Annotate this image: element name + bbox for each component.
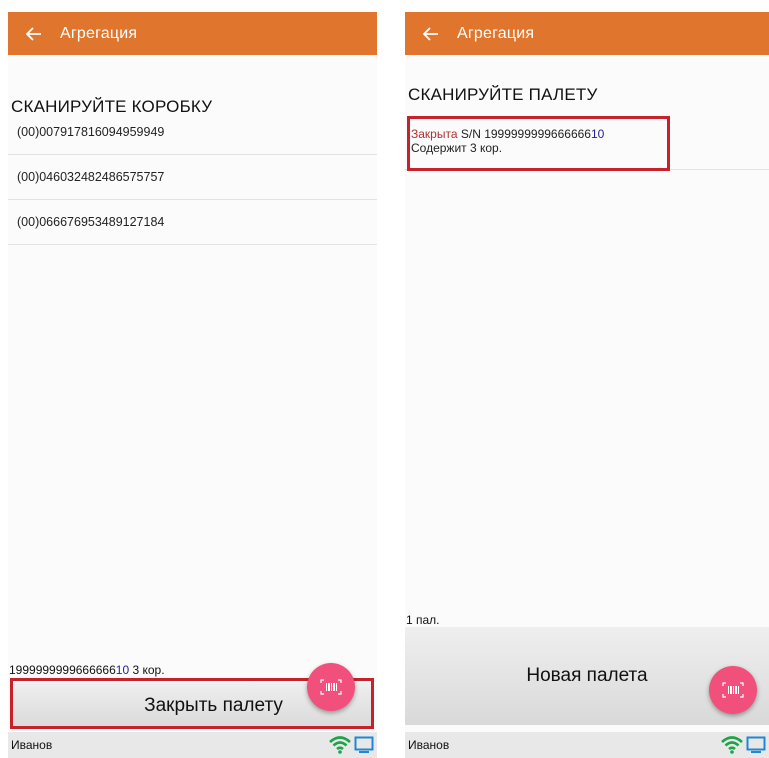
pallet-status: 199999999966666610 3 кор.: [9, 663, 165, 677]
pallet-serial-line: Закрыта S/N 199999999966666610: [411, 127, 769, 141]
app-title: Агрегация: [60, 24, 138, 42]
content-area: СКАНИРУЙТЕ КОРОБКУ (00)00791781609495994…: [8, 55, 377, 758]
pallet-serial-tail: 10: [590, 127, 605, 141]
status-bar: Иванов: [8, 732, 377, 758]
wifi-icon: [721, 736, 743, 754]
screen-scan-pallet: Агрегация СКАНИРУЙТЕ ПАЛЕТУ Закрыта S/N …: [405, 12, 769, 758]
list-item[interactable]: (00)046032482486575757: [8, 155, 377, 200]
pallet-closed-status: Закрыта: [411, 127, 458, 141]
user-name: Иванов: [408, 738, 450, 752]
monitor-icon: [354, 736, 374, 753]
user-name: Иванов: [11, 738, 53, 752]
box-code: (00)007917816094959949: [17, 125, 165, 139]
status-bar: Иванов: [405, 732, 769, 758]
app-bar: Агрегация: [8, 12, 377, 55]
screen-scan-box: Агрегация СКАНИРУЙТЕ КОРОБКУ (00)0079178…: [8, 12, 377, 758]
box-list: (00)007917816094959949 (00)0460324824865…: [8, 110, 377, 245]
arrow-back-icon[interactable]: [421, 24, 441, 44]
scan-prompt: СКАНИРУЙТЕ ПАЛЕТУ: [408, 85, 598, 104]
pallet-contents: Содержит 3 кор.: [411, 141, 503, 155]
box-count: 3 кор.: [129, 663, 165, 677]
pallet-serial: 1999999999666666: [9, 663, 116, 677]
barcode-scan-icon[interactable]: [307, 663, 355, 711]
list-item[interactable]: (00)066676953489127184: [8, 200, 377, 245]
box-code: (00)046032482486575757: [17, 170, 165, 184]
monitor-icon: [746, 736, 766, 753]
app-title: Агрегация: [457, 24, 535, 42]
wifi-icon: [329, 736, 351, 754]
arrow-back-icon[interactable]: [24, 24, 44, 44]
list-item[interactable]: (00)007917816094959949: [8, 110, 377, 155]
pallet-serial-tail: 10: [115, 663, 130, 677]
status-icons: [329, 736, 374, 754]
app-bar: Агрегация: [405, 12, 769, 55]
pallet-serial: S/N 1999999999666666: [457, 127, 591, 141]
pallet-item[interactable]: Закрыта S/N 199999999966666610 Содержит …: [405, 117, 769, 170]
box-code: (00)066676953489127184: [17, 215, 165, 229]
content-area: СКАНИРУЙТЕ ПАЛЕТУ Закрыта S/N 1999999999…: [405, 55, 769, 758]
status-icons: [721, 736, 766, 754]
pallet-count: 1 пал.: [406, 613, 440, 627]
barcode-scan-icon[interactable]: [709, 666, 757, 714]
